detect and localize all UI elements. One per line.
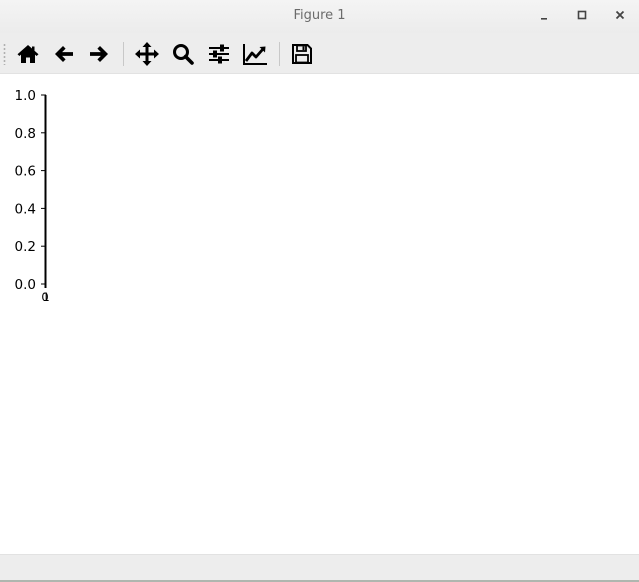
save-button[interactable] [288,40,316,68]
arrow-left-icon [55,46,73,62]
close-button[interactable] [608,6,632,26]
y-tick-label: 0.8 [15,126,36,142]
back-button[interactable] [50,40,78,68]
subplots-button[interactable] [205,40,233,68]
forward-button[interactable] [85,40,113,68]
toolbar-grip[interactable] [3,43,6,65]
y-tick-label: 1.0 [15,88,36,104]
magnifier-icon [173,44,194,65]
y-tick-label: 0.4 [15,201,36,217]
plot-canvas[interactable]: 0.0 0.2 0.4 0.6 0.8 1.0 0 1 [0,74,639,554]
floppy-disk-icon [292,44,312,64]
navigation-toolbar [0,33,639,74]
axes-group: 0.00.20.40.60.81.001 [15,88,50,304]
toolbar-separator [279,42,280,66]
minimize-icon [541,18,547,20]
arrow-right-icon [90,46,108,62]
y-tick-label: 0.2 [15,239,36,255]
y-tick-label: 0.6 [15,164,36,180]
line-chart-icon [243,44,267,65]
x-tick-label: 1 [42,290,49,304]
home-icon [17,45,39,63]
zoom-button[interactable] [169,40,197,68]
status-bar [0,554,639,582]
figure-window: Figure 1 0.0 0.2 0.4 0.6 0.8 1.0 0 1 [0,0,639,582]
maximize-button[interactable] [570,6,594,26]
home-button[interactable] [14,40,42,68]
close-icon [615,10,625,20]
pan-button[interactable] [133,40,161,68]
minimize-button[interactable] [532,6,556,26]
title-bar: Figure 1 [0,0,639,33]
sliders-icon [209,44,229,64]
maximize-icon [577,10,587,20]
move-icon [135,42,159,66]
axes[interactable]: 0.00.20.40.60.81.001 [0,74,639,554]
y-tick-label: 0.0 [15,277,36,293]
toolbar-separator [123,42,124,66]
edit-axis-button[interactable] [241,40,269,68]
